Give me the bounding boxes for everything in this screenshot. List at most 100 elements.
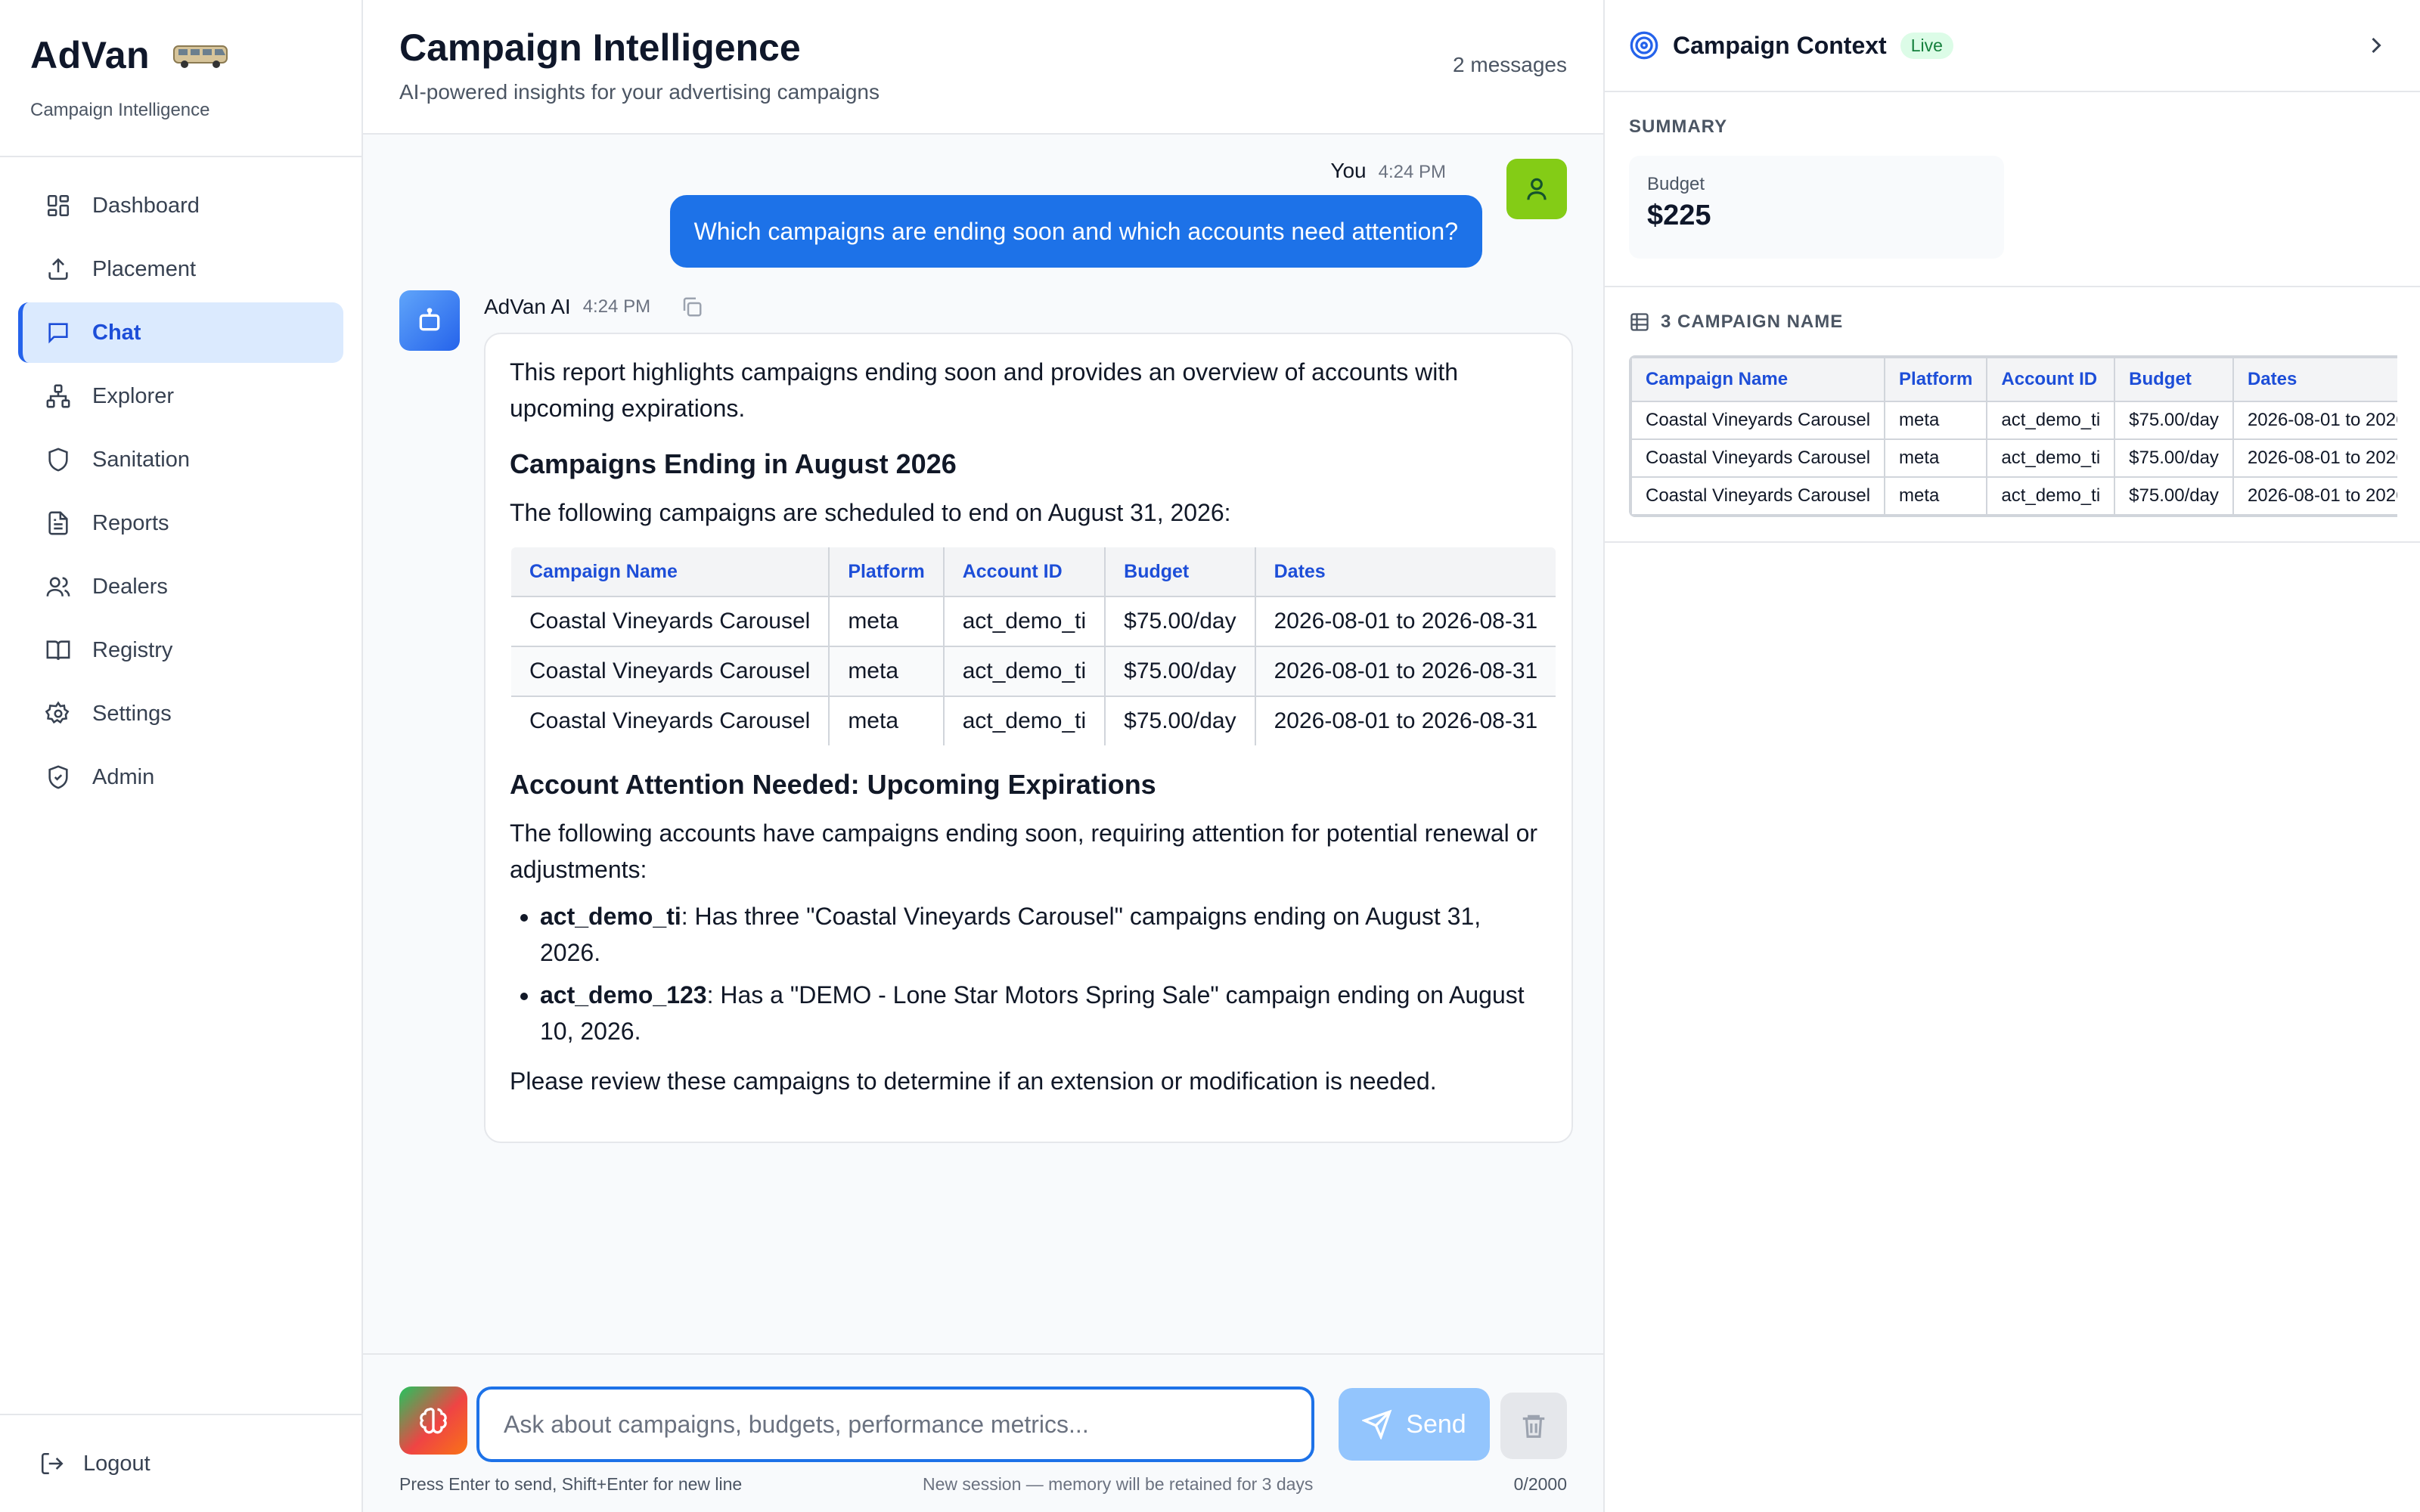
sidebar-item-label: Registry [92, 637, 173, 662]
table-cell: $75.00/day [2114, 401, 2234, 440]
section-heading: Campaigns Ending in August 2026 [510, 448, 957, 479]
sidebar-item-label: Sanitation [92, 447, 190, 472]
sidebar-item-admin[interactable]: Admin [18, 747, 343, 807]
table-cell: $75.00/day [2114, 438, 2234, 478]
context-title: Campaign Context [1673, 31, 1887, 59]
context-header: Campaign Context Live [1605, 0, 2420, 92]
send-button[interactable]: Send [1339, 1388, 1490, 1461]
table-cell: $75.00/day [2114, 476, 2234, 516]
accounts-list: act_demo_ti: Has three "Coastal Vineyard… [540, 898, 1547, 1049]
table-header: Platform [828, 547, 945, 597]
status-badge: Live [1900, 32, 1953, 59]
table-header: Account ID [942, 547, 1106, 597]
sidebar-item-label: Placement [92, 256, 197, 281]
sidebar-item-reports[interactable]: Reports [18, 493, 343, 553]
sidebar-item-label: Settings [92, 701, 172, 726]
table-cell: act_demo_ti [942, 596, 1106, 647]
chevron-right-icon[interactable] [2363, 32, 2390, 59]
users-icon [46, 577, 70, 596]
book-icon [46, 640, 70, 660]
table-cell: meta [1884, 476, 1988, 516]
table-cell: act_demo_ti [1986, 476, 2116, 516]
table-row: Coastal Vineyards Carousel meta act_demo… [511, 696, 1556, 745]
sidebar-item-chat[interactable]: Chat [18, 302, 343, 363]
sidebar-item-dealers[interactable]: Dealers [18, 556, 343, 617]
context-table-scroll[interactable]: Campaign Name Platform Account ID Budget… [1629, 355, 2397, 517]
table-cell: meta [1884, 438, 1988, 478]
table-cell: act_demo_ti [942, 696, 1106, 745]
sidebar-item-label: Chat [92, 320, 141, 345]
sidebar-item-label: Dashboard [92, 193, 200, 218]
ai-paragraph: The following campaigns are scheduled to… [510, 499, 1231, 526]
table-row: Coastal Vineyards Carousel meta act_demo… [1630, 438, 2397, 478]
chat-main: Campaign Intelligence AI-powered insight… [363, 0, 1603, 1512]
brand-subtitle: Campaign Intelligence [30, 100, 210, 120]
ai-intro: This report highlights campaigns ending … [510, 358, 1459, 422]
sidebar-item-sanitation[interactable]: Sanitation [18, 429, 343, 490]
table-row: Coastal Vineyards Carousel meta act_demo… [1630, 401, 2397, 440]
table-cell: act_demo_ti [1986, 401, 2116, 440]
table-row: Coastal Vineyards Carousel meta act_demo… [511, 596, 1556, 647]
brain-icon [420, 1408, 447, 1434]
context-table-section: 3 CAMPAIGN NAME Campaign Name Platform A… [1605, 287, 2420, 543]
sidebar-item-settings[interactable]: Settings [18, 683, 343, 744]
van-logo-icon [173, 45, 228, 68]
chat-icon [48, 323, 68, 344]
sidebar: AdVan Campaign Intelligence Dashboard Pl… [0, 0, 363, 1512]
copy-icon[interactable] [681, 296, 703, 318]
user-message: You 4:24 PM Which campaigns are ending s… [584, 159, 1567, 272]
table-cell: act_demo_ti [942, 646, 1106, 697]
table-cell: $75.00/day [1104, 596, 1256, 647]
summary-section: SUMMARY Budget $225 [1605, 92, 2420, 287]
table-cell: 2026-08-01 to 2026-08-31 [1254, 646, 1556, 697]
table-cell: 2026-08-01 to 2026-08-31 [2232, 401, 2397, 440]
shield-check-icon [48, 765, 68, 789]
list-item-text: : Has three "Coastal Vineyards Carousel"… [540, 903, 1481, 966]
sidebar-item-explorer[interactable]: Explorer [18, 366, 343, 426]
table-row: Coastal Vineyards Carousel meta act_demo… [511, 646, 1556, 697]
table-cell: meta [1884, 401, 1988, 440]
file-icon [48, 511, 68, 535]
section-heading: Account Attention Needed: Upcoming Expir… [510, 769, 1156, 800]
table-header: Budget [2114, 357, 2234, 402]
composer: Send Press Enter to send, Shift+Enter fo… [363, 1353, 1603, 1512]
clear-chat-button[interactable] [1500, 1393, 1567, 1459]
sidebar-item-label: Reports [92, 510, 169, 535]
table-cell: Coastal Vineyards Carousel [1630, 476, 1886, 516]
page-subtitle: AI-powered insights for your advertising… [399, 80, 880, 104]
table-cell: 2026-08-01 to 2026-08-31 [1254, 596, 1556, 647]
avatar [1506, 159, 1567, 219]
table-cell: Coastal Vineyards Carousel [511, 646, 830, 697]
table-header-row: Campaign Name Platform Account ID Budget… [1630, 357, 2397, 402]
campaigns-table: Campaign Name Platform Account ID Budget… [510, 546, 1558, 747]
list-item: act_demo_ti: Has three "Coastal Vineyard… [540, 898, 1547, 971]
sidebar-item-dashboard[interactable]: Dashboard [18, 175, 343, 236]
send-label: Send [1406, 1409, 1466, 1439]
table-header: Dates [1254, 547, 1556, 597]
table-cell: Coastal Vineyards Carousel [511, 696, 830, 745]
ai-message-bubble: This report highlights campaigns ending … [484, 333, 1573, 1143]
table-cell: meta [828, 646, 945, 697]
section-label: SUMMARY [1629, 116, 1728, 137]
table-cell: $75.00/day [1104, 646, 1256, 697]
memory-button[interactable] [399, 1387, 467, 1455]
shield-icon [48, 448, 68, 472]
message-time: 4:24 PM [582, 296, 651, 317]
sidebar-item-label: Explorer [92, 383, 174, 408]
budget-value: $225 [1647, 200, 1711, 231]
sidebar-item-placement[interactable]: Placement [18, 239, 343, 299]
sidebar-item-label: Dealers [92, 574, 168, 599]
chat-input[interactable] [476, 1387, 1314, 1462]
sidebar-item-registry[interactable]: Registry [18, 620, 343, 680]
message-count: 2 messages [1453, 53, 1567, 76]
logout-button[interactable]: Logout [0, 1414, 361, 1512]
table-cell: Coastal Vineyards Carousel [511, 596, 830, 647]
ai-closing: Please review these campaigns to determi… [510, 1067, 1437, 1095]
sidebar-item-label: Admin [92, 764, 155, 789]
session-note: New session — memory will be retained fo… [923, 1474, 1314, 1494]
table-cell: $75.00/day [1104, 696, 1256, 745]
input-hint: Press Enter to send, Shift+Enter for new… [399, 1474, 743, 1494]
table-cell: 2026-08-01 to 2026-08-31 [1254, 696, 1556, 745]
brand-title[interactable]: AdVan [30, 33, 150, 77]
account-id: act_demo_ti [540, 903, 681, 930]
